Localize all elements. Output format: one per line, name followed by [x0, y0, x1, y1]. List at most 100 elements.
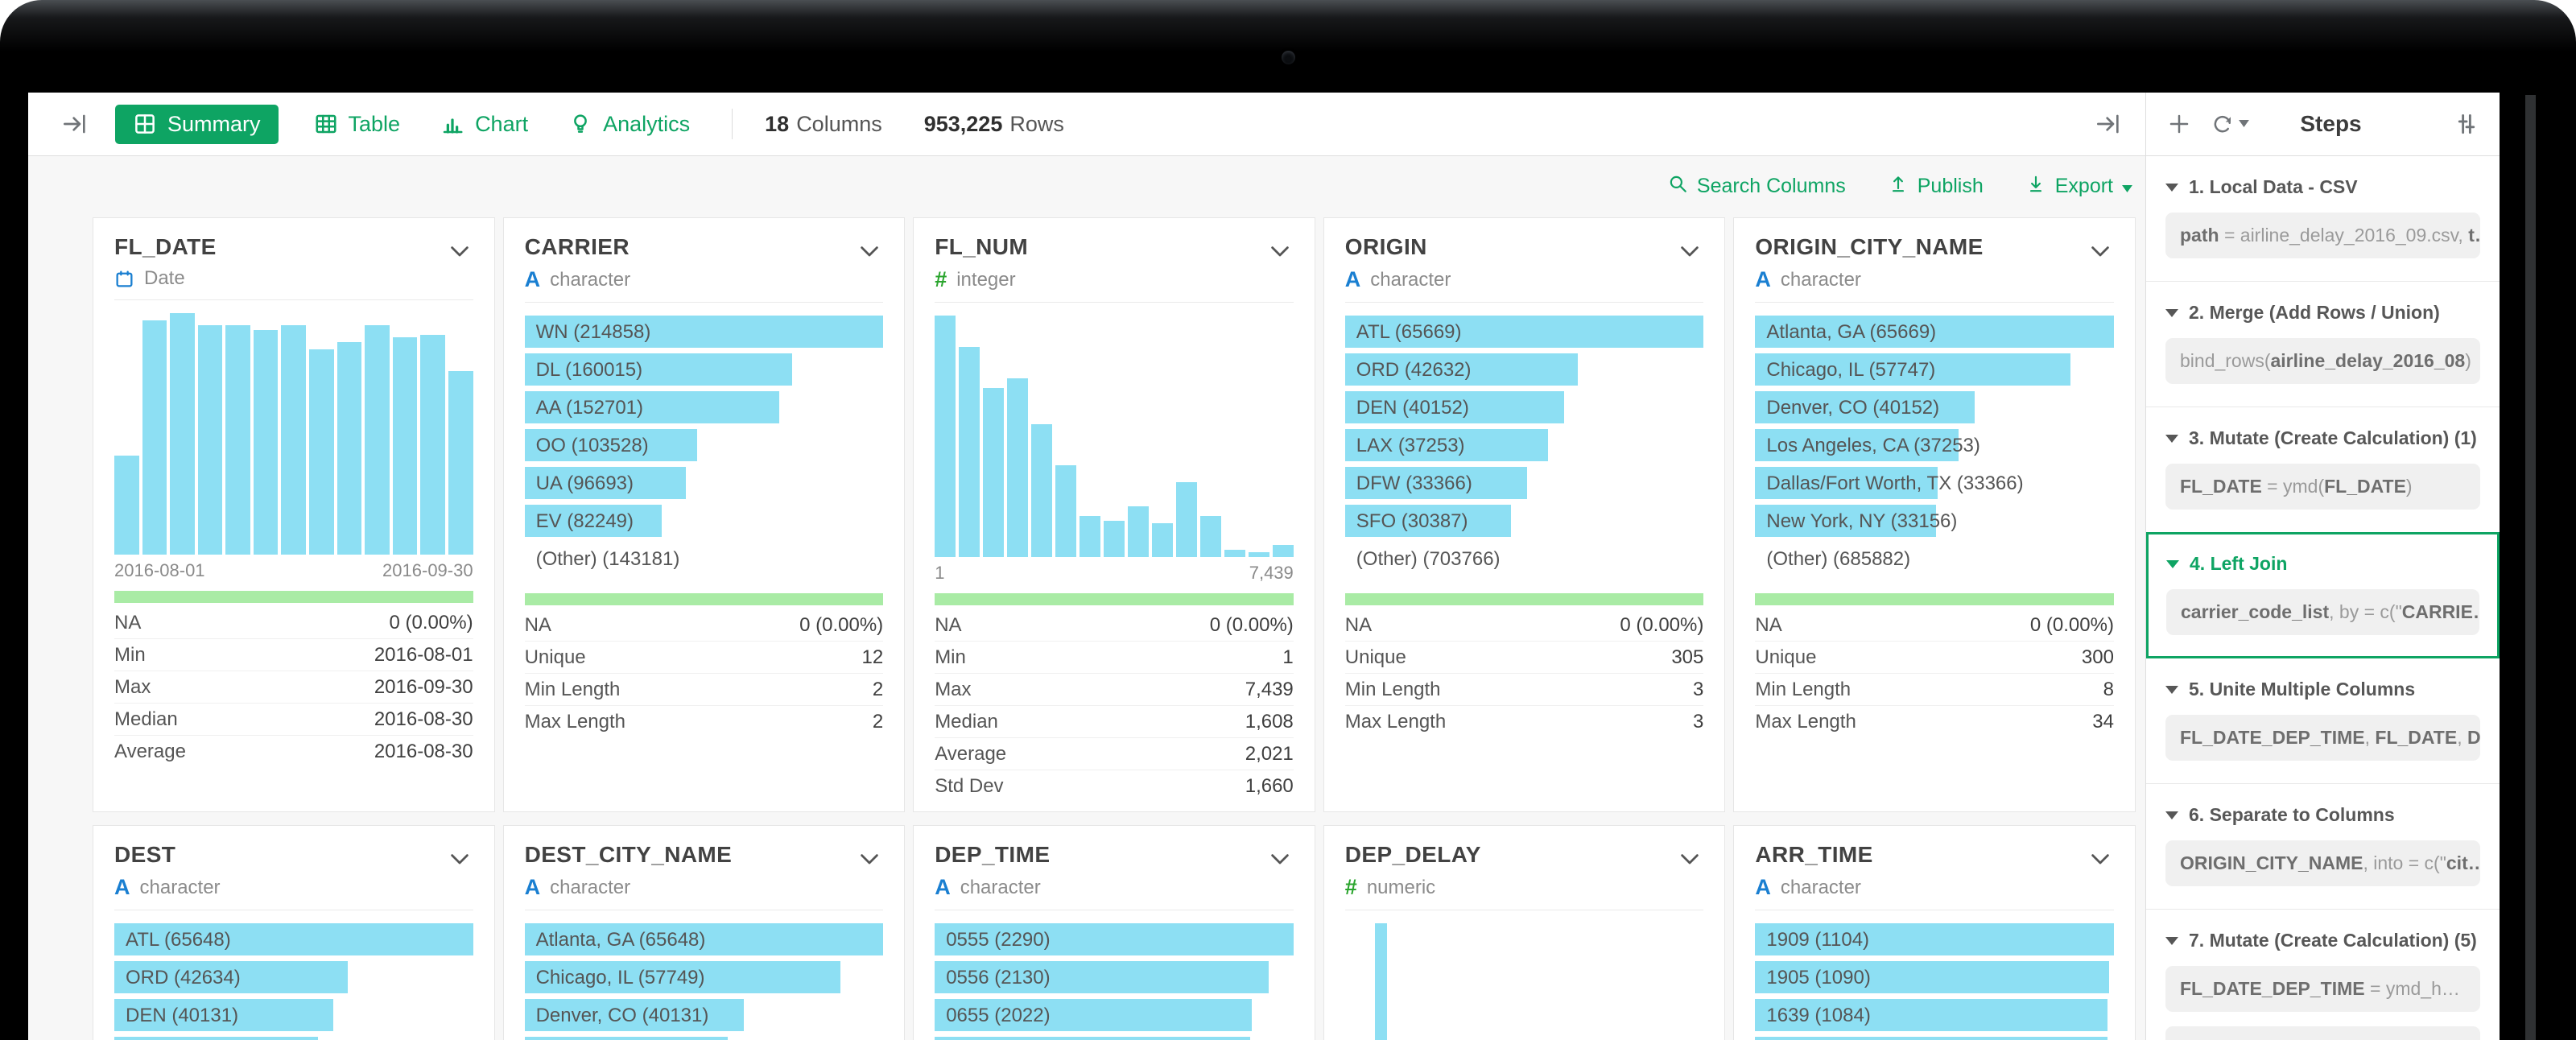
stat-value: 12 — [861, 646, 883, 669]
stat-label: NA — [114, 612, 141, 634]
column-name: DEST — [114, 842, 473, 868]
category-label: 0557 (2012) — [946, 1037, 1050, 1040]
steps-list: 1. Local Data - CSVpath = airline_delay_… — [2146, 156, 2500, 1040]
step-expression-chip[interactable]: ORIGIN_CITY_NAME, into = c("cit… — [2165, 840, 2480, 886]
step-expression-chip[interactable]: FL_DATE_DEP_TIME = ymd_h… — [2165, 966, 2480, 1012]
column-chart — [1345, 923, 1704, 1040]
step-caret-icon — [2165, 309, 2178, 317]
category-label: Chicago, IL (57749) — [536, 961, 705, 994]
search-columns-button[interactable]: Search Columns — [1667, 173, 1846, 200]
step-expression-chip[interactable]: DEP_DELAY_category = dete… — [2165, 1026, 2480, 1040]
category-label: DEN (40131) — [126, 999, 238, 1032]
character-type-icon: A — [114, 875, 130, 900]
category-row: (Other) (703766) — [1345, 543, 1704, 575]
column-type: Acharacter — [525, 267, 884, 292]
character-type-icon: A — [1755, 875, 1771, 900]
column-type: #integer — [935, 267, 1294, 292]
column-name: DEP_DELAY — [1345, 842, 1704, 868]
category-row: DL (160015) — [525, 353, 884, 386]
chevron-down-icon[interactable] — [2088, 847, 2112, 875]
step-item[interactable]: 3. Mutate (Create Calculation) (1) FL_DAT… — [2146, 407, 2500, 532]
refresh-button[interactable] — [2211, 112, 2249, 136]
step-caret-icon — [2165, 937, 2178, 945]
category-label: 0555 (2290) — [946, 923, 1050, 956]
bezel-highlight — [2525, 95, 2536, 1040]
tab-summary[interactable]: Summary — [115, 105, 279, 144]
column-card-origin: ORIGINAcharacterATL (65669)ORD (42632)DE… — [1323, 217, 1726, 812]
view-tabs: Summary Table Chart Analytics — [115, 105, 695, 144]
collapse-left-panel-icon[interactable] — [62, 111, 88, 137]
chevron-down-icon[interactable] — [2088, 239, 2112, 267]
histogram-bar — [420, 335, 445, 555]
steps-title: Steps — [2300, 111, 2361, 137]
x-axis-min: 1 — [935, 563, 944, 584]
stat-row: Min Length3 — [1345, 674, 1704, 706]
stat-label: Max Length — [1345, 711, 1446, 733]
stat-value: 3 — [1693, 679, 1703, 701]
category-label: ORD (42632) — [1356, 353, 1472, 386]
chevron-down-icon[interactable] — [448, 239, 472, 267]
summary-cards: FL_DATEDate2016-08-012016-09-30NA0 (0.00… — [28, 216, 2145, 1040]
column-name: ORIGIN_CITY_NAME — [1755, 234, 2114, 260]
x-axis-max: 7,439 — [1249, 563, 1294, 584]
step-title-text: 2. Merge (Add Rows / Union) — [2189, 302, 2440, 324]
category-row: DEN (40152) — [1345, 391, 1704, 423]
stat-row: Unique305 — [1345, 642, 1704, 674]
chevron-down-icon[interactable] — [857, 239, 881, 267]
chevron-down-icon[interactable] — [1678, 847, 1702, 875]
category-label: Chicago, IL (57747) — [1766, 353, 1935, 386]
histogram-bar — [365, 325, 390, 555]
step-item[interactable]: 5. Unite Multiple ColumnsFL_DATE_DEP_TIM… — [2146, 658, 2500, 783]
column-card-carrier: CARRIERAcharacterWN (214858)DL (160015)A… — [503, 217, 906, 812]
category-row: ATL (65648) — [114, 923, 473, 955]
category-row: 0557 (2012) — [935, 1037, 1294, 1040]
step-item[interactable]: 1. Local Data - CSVpath = airline_delay_… — [2146, 156, 2500, 281]
category-row: Atlanta, GA (65669) — [1755, 316, 2114, 348]
stat-row: Max Length2 — [525, 706, 884, 737]
category-row: OO (103528) — [525, 429, 884, 461]
tab-chart[interactable]: Chart — [436, 105, 533, 144]
step-expression-chip[interactable]: carrier_code_list, by = c("CARRIE… — [2166, 589, 2479, 635]
stat-label: Median — [935, 711, 998, 733]
column-name: ARR_TIME — [1755, 842, 2114, 868]
category-row: LAX (37253) — [1345, 429, 1704, 461]
category-row: Chicago, IL (57749) — [525, 961, 884, 993]
step-item[interactable]: 4. Left Joincarrier_code_list, by = c("C… — [2146, 532, 2500, 658]
step-item[interactable]: 2. Merge (Add Rows / Union) bind_rows(air… — [2146, 281, 2500, 407]
histogram-bar — [1007, 378, 1028, 557]
column-type-label: integer — [956, 269, 1015, 291]
category-row: New York, NY (33156) — [1755, 505, 2114, 537]
stat-row: NA0 (0.00%) — [935, 609, 1294, 642]
histogram — [1345, 923, 1704, 1040]
add-step-icon[interactable] — [2167, 112, 2191, 136]
tab-analytics[interactable]: Analytics — [564, 105, 695, 144]
category-bars: 1909 (1104)1905 (1090)1639 (1084)1643 (1… — [1755, 923, 2114, 1040]
step-item[interactable]: 6. Separate to ColumnsORIGIN_CITY_NAME, … — [2146, 783, 2500, 909]
step-expression-chip[interactable]: FL_DATE = ymd(FL_DATE) — [2165, 464, 2480, 510]
cards-row-2: DESTAcharacterATL (65648)ORD (42634)DEN … — [93, 825, 2136, 1040]
stat-row: NA0 (0.00%) — [114, 607, 473, 639]
step-expression-chip[interactable]: FL_DATE_DEP_TIME, FL_DATE, D… — [2165, 715, 2480, 761]
chevron-down-icon[interactable] — [1268, 239, 1292, 267]
chevron-down-icon[interactable] — [1268, 847, 1292, 875]
column-type: Acharacter — [114, 875, 473, 900]
column-type-label: character — [1370, 269, 1451, 291]
category-label: 1905 (1090) — [1766, 961, 1870, 994]
step-expression-chip[interactable]: path = airline_delay_2016_09.csv, t… — [2165, 213, 2480, 258]
stat-value: 3 — [1693, 711, 1703, 733]
step-item[interactable]: 7. Mutate (Create Calculation) (5)FL_DAT… — [2146, 909, 2500, 1040]
publish-button[interactable]: Publish — [1888, 173, 1984, 200]
step-expression-chip[interactable]: bind_rows(airline_delay_2016_08) — [2165, 338, 2480, 384]
step-title: 3. Mutate (Create Calculation) (1) — [2165, 427, 2480, 449]
collapse-right-panel-icon[interactable] — [2095, 111, 2121, 137]
export-button[interactable]: Export — [2025, 173, 2132, 200]
category-label: New York, NY (33156) — [1766, 505, 1957, 538]
tab-table[interactable]: Table — [309, 105, 406, 144]
chevron-down-icon[interactable] — [448, 847, 472, 875]
chevron-down-icon[interactable] — [857, 847, 881, 875]
chevron-down-icon[interactable] — [1678, 239, 1702, 267]
stat-value: 2016-08-01 — [374, 644, 473, 667]
stat-row: Max7,439 — [935, 674, 1294, 706]
category-row: (Other) (685882) — [1755, 543, 2114, 575]
sliders-icon[interactable] — [2454, 112, 2479, 136]
